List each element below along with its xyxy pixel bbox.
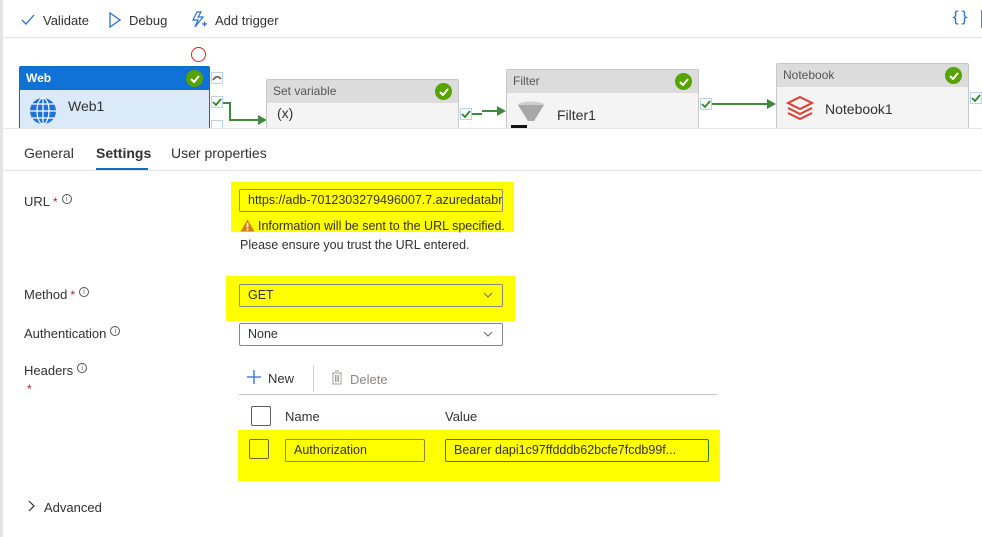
headers-label: Headers i — [24, 363, 88, 378]
url-label-text: URL — [24, 194, 51, 209]
checkmark-icon — [21, 14, 35, 26]
header-name-input[interactable]: Authorization — [285, 439, 425, 462]
url-warning-text: Information will be sent to the URL spec… — [240, 219, 505, 252]
success-port-icon[interactable] — [700, 98, 712, 110]
advanced-toggle[interactable]: Advanced — [28, 500, 102, 515]
authentication-label: Authentication i — [24, 326, 121, 341]
activity-set-variable[interactable]: Set variable (x) — [266, 79, 459, 128]
connector — [472, 113, 482, 115]
authentication-value: None — [248, 327, 278, 341]
success-port-icon[interactable] — [970, 92, 982, 104]
authentication-label-text: Authentication — [24, 326, 107, 341]
debug-button[interactable]: Debug — [109, 10, 167, 30]
variable-icon: (x) — [277, 105, 294, 121]
success-icon — [945, 67, 962, 84]
method-select[interactable]: GET — [239, 284, 503, 307]
url-input[interactable]: https://adb-7012303279496007.7.azuredata… — [239, 189, 503, 212]
activity-web[interactable]: Web Web1 — [19, 66, 210, 128]
pipeline-canvas[interactable]: Web Web1 Set variable (x) Filter Filter1… — [3, 39, 982, 128]
validate-button[interactable]: Validate — [21, 10, 89, 30]
activity-filter[interactable]: Filter Filter1 — [506, 69, 699, 128]
trash-icon — [331, 370, 343, 388]
chevron-down-icon — [483, 328, 493, 342]
toolbar-divider — [313, 365, 314, 392]
lightning-icon — [191, 11, 207, 29]
info-icon[interactable]: i — [110, 326, 121, 336]
column-header-value: Value — [445, 409, 478, 424]
info-icon[interactable]: i — [77, 363, 88, 373]
row-checkbox[interactable] — [249, 439, 269, 459]
failure-port-icon[interactable] — [211, 120, 223, 128]
method-label: Method * i — [24, 287, 90, 302]
activity-type-label: Filter — [513, 74, 540, 88]
required-mark: * — [70, 288, 76, 302]
connector-arrow — [767, 99, 776, 109]
annotation-circle — [191, 47, 206, 62]
plus-icon — [247, 370, 261, 387]
tab-general[interactable]: General — [24, 145, 74, 161]
url-warning: Information will be sent to the URL spec… — [240, 218, 510, 254]
pipeline-toolbar: Validate Debug Add trigger {} — [3, 0, 982, 38]
connector — [712, 103, 767, 105]
info-icon[interactable]: i — [79, 287, 90, 297]
connector-arrow — [497, 106, 506, 116]
activity-name: Web1 — [68, 98, 105, 114]
column-header-name: Name — [285, 409, 320, 424]
headers-required: * — [27, 381, 32, 396]
debug-label: Debug — [129, 12, 168, 28]
play-icon — [109, 12, 121, 28]
delete-label: Delete — [350, 371, 388, 387]
funnel-icon — [517, 101, 545, 126]
activity-notebook[interactable]: Notebook Notebook1 — [776, 63, 969, 128]
code-view-icon[interactable]: {} — [951, 8, 969, 26]
success-port-icon[interactable] — [211, 96, 223, 108]
select-all-checkbox[interactable] — [251, 406, 271, 426]
tab-settings[interactable]: Settings — [96, 145, 151, 161]
connector — [229, 119, 259, 121]
connector — [229, 102, 231, 119]
success-icon — [435, 83, 452, 100]
active-tab-indicator — [96, 168, 148, 170]
chevron-down-icon — [483, 289, 493, 303]
properties-tabs: General Settings User properties — [3, 128, 982, 171]
success-icon — [186, 70, 203, 87]
method-label-text: Method — [24, 287, 68, 302]
headers-toolbar: New Delete — [239, 365, 717, 395]
tab-user-properties[interactable]: User properties — [171, 145, 267, 161]
chevron-right-icon — [28, 500, 36, 515]
warning-icon — [240, 219, 255, 237]
header-value-input[interactable]: Bearer dapi1c97ffdddb62bcfe7fcdb99f... — [445, 439, 709, 462]
globe-icon — [28, 96, 58, 128]
headers-label-text: Headers — [24, 363, 74, 378]
success-port-icon[interactable] — [460, 108, 472, 120]
required-mark: * — [53, 195, 58, 209]
activity-name: Filter1 — [557, 107, 596, 123]
success-icon — [675, 73, 692, 90]
new-label: New — [268, 371, 295, 386]
activity-type-label: Notebook — [783, 68, 835, 82]
skip-port-icon[interactable] — [211, 72, 223, 84]
method-value: GET — [248, 288, 274, 302]
connector — [482, 110, 497, 112]
info-icon[interactable]: i — [61, 194, 72, 204]
authentication-select[interactable]: None — [239, 323, 503, 346]
required-mark: * — [27, 382, 32, 396]
delete-header-button[interactable]: Delete — [331, 370, 388, 388]
activity-type-label: Set variable — [273, 84, 337, 98]
new-header-button[interactable]: New — [247, 370, 294, 387]
add-trigger-label: Add trigger — [215, 12, 279, 28]
add-trigger-button[interactable]: Add trigger — [191, 10, 279, 30]
validate-label: Validate — [43, 12, 90, 28]
advanced-label: Advanced — [44, 500, 102, 515]
url-label: URL * i — [24, 194, 72, 209]
activity-name: Notebook1 — [825, 101, 893, 117]
activity-type-label: Web — [26, 71, 52, 85]
databricks-icon — [785, 95, 815, 124]
